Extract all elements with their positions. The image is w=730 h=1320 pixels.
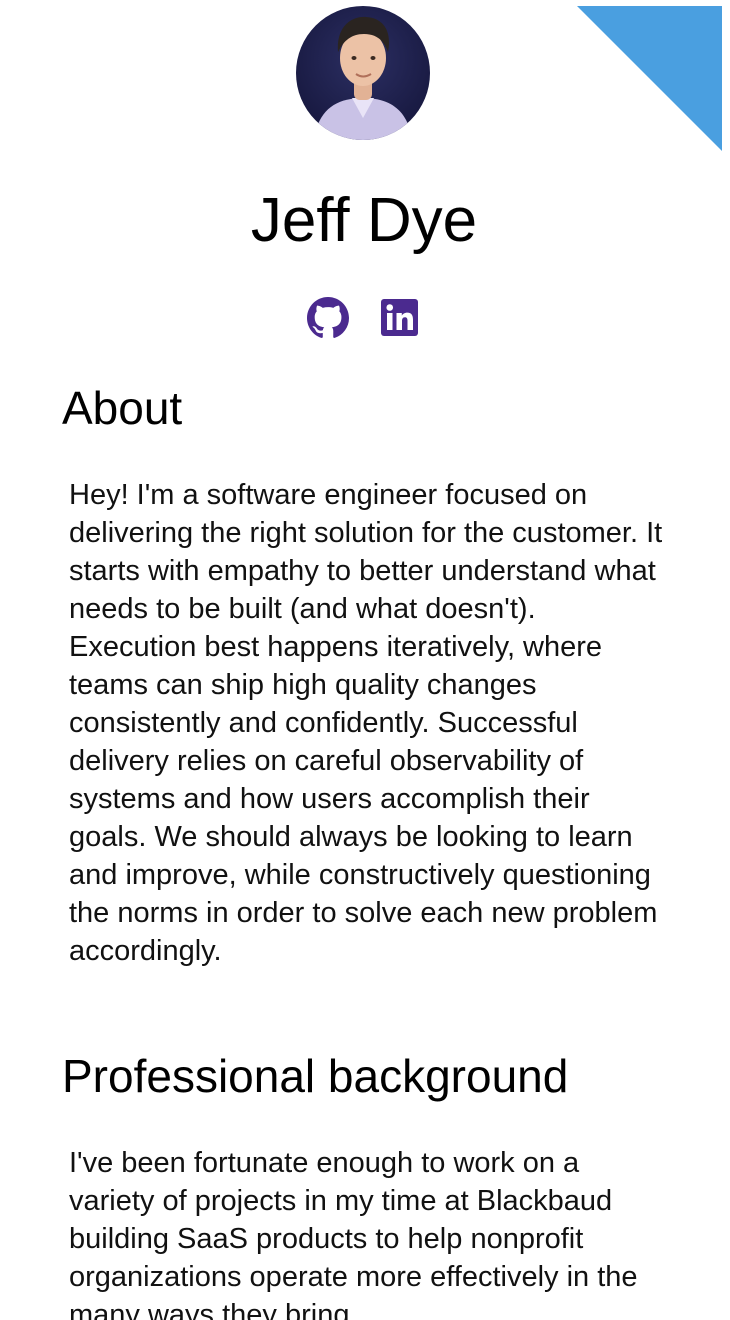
avatar xyxy=(296,6,430,140)
linkedin-link[interactable] xyxy=(380,297,420,339)
about-text: Hey! I'm a software engineer focused on … xyxy=(69,479,663,967)
background-heading: Professional background xyxy=(62,1050,569,1102)
social-links xyxy=(306,297,426,339)
github-icon xyxy=(307,297,349,338)
about-heading: About xyxy=(62,382,183,434)
corner-ribbon[interactable] xyxy=(577,6,722,151)
profile-name: Jeff Dye xyxy=(250,186,478,255)
background-text: I've been fortunate enough to work on a … xyxy=(69,1147,638,1320)
linkedin-icon xyxy=(381,299,418,336)
github-link[interactable] xyxy=(306,297,350,339)
